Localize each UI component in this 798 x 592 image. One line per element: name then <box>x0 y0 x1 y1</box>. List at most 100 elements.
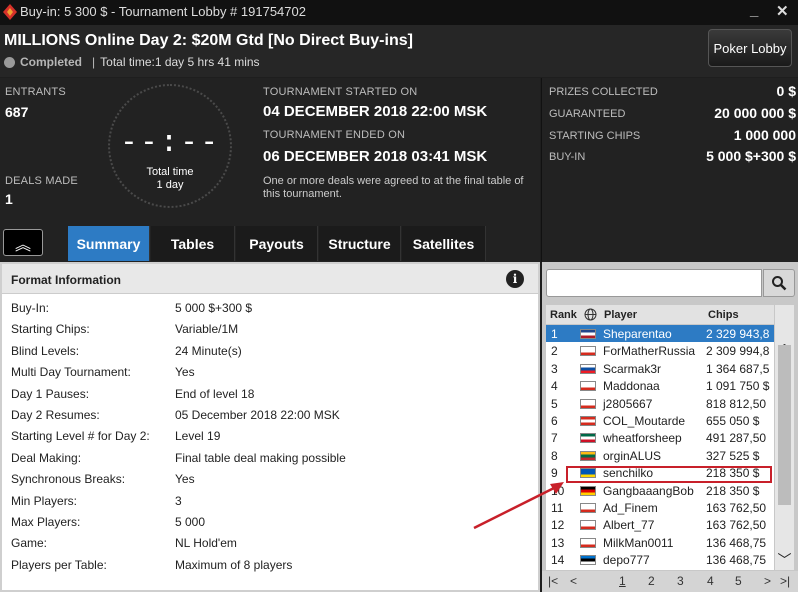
highlight-box <box>566 466 772 483</box>
table-row[interactable]: 2 ForMatherRussia 2 309 994,8 <box>546 342 774 359</box>
format-key: Game: <box>11 536 48 551</box>
prize-row: STARTING CHIPS 1 000 000 <box>549 127 796 147</box>
deals-made-value: 1 <box>5 191 13 207</box>
clock-caption-line-2: 1 day <box>156 179 184 191</box>
window-title: Buy-in: 5 300 $ - Tournament Lobby # 191… <box>20 4 306 19</box>
scroll-down-icon[interactable]: ﹀ <box>775 550 794 568</box>
annotation-arrow-icon <box>473 482 564 530</box>
page-4-link[interactable]: 4 <box>707 574 714 588</box>
prize-value: 0 $ <box>776 83 796 99</box>
deals-made-label: DEALS MADE <box>5 175 78 187</box>
page-1-link[interactable]: 1 <box>619 574 626 588</box>
tab-satellites[interactable]: Satellites <box>402 226 486 261</box>
country-flag-icon <box>580 346 596 357</box>
clock-caption-line-1: Total time <box>146 166 194 178</box>
first-page-button[interactable]: |< <box>548 574 558 588</box>
search-button[interactable] <box>763 269 795 297</box>
table-row[interactable]: 13 MilkMan0011 136 468,75 <box>546 534 774 551</box>
scroll-thumb[interactable] <box>778 345 791 505</box>
lobby-tabs: ︽ Summary Tables Payouts Structure Satel… <box>0 225 540 261</box>
info-icon[interactable]: i <box>506 270 524 288</box>
country-flag-icon <box>580 398 596 409</box>
started-label: TOURNAMENT STARTED ON <box>263 86 418 98</box>
prize-value: 20 000 000 $ <box>714 105 796 121</box>
table-row[interactable]: 11 Ad_Finem 163 762,50 <box>546 499 774 516</box>
player-chips: 163 762,50 <box>706 518 767 533</box>
search-icon <box>772 276 787 291</box>
deal-note: One or more deals were agreed to at the … <box>263 175 524 200</box>
table-row[interactable]: 8 orginALUS 327 525 $ <box>546 447 774 464</box>
next-page-button[interactable]: > <box>764 574 771 588</box>
page-2-link[interactable]: 2 <box>648 574 655 588</box>
tab-summary[interactable]: Summary <box>68 226 150 261</box>
country-flag-icon <box>580 416 596 426</box>
table-row[interactable]: 3 Scarmak3r 1 364 687,5 <box>546 360 774 377</box>
player-chips: 818 812,50 <box>706 396 767 411</box>
status-separator: | <box>92 55 96 69</box>
country-flag-icon <box>580 363 596 374</box>
players-scrollbar[interactable]: ︿ ﹀ <box>775 305 794 570</box>
player-chips: 2 329 943,8 <box>706 327 770 341</box>
table-row[interactable]: 4 Maddonaa 1 091 750 $ <box>546 377 774 394</box>
prize-label: PRIZES COLLECTED <box>549 86 658 98</box>
format-key: Blind Levels: <box>11 343 80 358</box>
ended-label: TOURNAMENT ENDED ON <box>263 129 406 141</box>
format-information-panel: Format Information i Buy-In: 5 000 $+300 … <box>0 262 540 592</box>
player-chips: 655 050 $ <box>706 414 760 428</box>
format-key: Deal Making: <box>11 450 82 465</box>
started-value: 04 DECEMBER 2018 22:00 MSK <box>263 103 488 120</box>
table-row[interactable]: 6 COL_Moutarde 655 050 $ <box>546 412 774 429</box>
player-name: orginALUS <box>603 448 662 463</box>
status-dot-icon <box>4 56 15 68</box>
format-key: Day 1 Pauses: <box>11 386 90 401</box>
player-name: COL_Moutarde <box>603 414 686 428</box>
player-name: wheatforsheep <box>603 431 682 446</box>
table-row[interactable]: 14 depo777 136 468,75 <box>546 551 774 568</box>
total-time-clock: --:-- Total time 1 day <box>108 84 232 208</box>
tab-tables[interactable]: Tables <box>151 226 235 261</box>
page-3-link[interactable]: 3 <box>677 574 684 588</box>
poker-lobby-button[interactable]: Poker Lobby <box>708 29 792 67</box>
player-rank: 7 <box>551 431 558 446</box>
column-chips[interactable]: Chips <box>708 309 739 321</box>
tab-payouts[interactable]: Payouts <box>236 226 318 261</box>
last-page-button[interactable]: >| <box>780 574 790 588</box>
tab-structure[interactable]: Structure <box>319 226 401 261</box>
tournament-name: MILLIONS Online Day 2: $20M Gtd [No Dire… <box>4 32 413 49</box>
entrants-label: ENTRANTS <box>5 86 66 98</box>
format-key: Synchronous Breaks: <box>11 472 126 487</box>
column-rank[interactable]: Rank <box>550 309 577 321</box>
double-chevron-up-icon[interactable]: ︽ <box>3 229 43 256</box>
ended-value: 06 DECEMBER 2018 03:41 MSK <box>263 148 488 165</box>
player-name: Albert_77 <box>603 518 655 533</box>
table-row[interactable]: 12 Albert_77 163 762,50 <box>546 516 774 533</box>
format-key: Max Players: <box>11 515 81 529</box>
table-row[interactable]: 10GangbaaangBob218 350 $ <box>546 482 774 499</box>
player-name: Scarmak3r <box>603 361 662 376</box>
player-chips: 136 468,75 <box>706 535 767 550</box>
country-flag-icon <box>580 381 596 392</box>
player-name: Sheparentao <box>603 327 672 341</box>
column-player[interactable]: Player <box>604 309 637 321</box>
country-flag-icon <box>580 485 596 496</box>
format-value: 24 Minute(s) <box>175 343 242 358</box>
prize-value: 5 000 $+300 $ <box>706 148 796 164</box>
globe-icon[interactable] <box>584 308 597 321</box>
format-value: Variable/1M <box>175 322 239 337</box>
table-row[interactable]: 5 j2805667 818 812,50 <box>546 395 774 412</box>
pokerstars-logo-icon <box>3 4 17 20</box>
minimize-button[interactable]: _ <box>750 2 758 19</box>
player-search-input[interactable] <box>546 269 762 297</box>
format-key: Multi Day Tournament: <box>11 365 131 380</box>
close-button[interactable]: ✕ <box>776 2 789 20</box>
format-value: Yes <box>175 365 195 380</box>
format-key: Min Players: <box>11 493 78 508</box>
country-flag-icon <box>580 503 596 513</box>
table-row[interactable]: 7 wheatforsheep 491 287,50 <box>546 429 774 446</box>
players-panel: Rank Player Chips 1 Sheparentao 2 329 943,… <box>542 262 798 592</box>
player-rank: 3 <box>551 361 558 376</box>
prev-page-button[interactable]: < <box>570 574 577 588</box>
table-row[interactable]: 1 Sheparentao 2 329 943,8 <box>546 325 774 342</box>
page-5-link[interactable]: 5 <box>735 574 742 588</box>
entrants-value: 687 <box>5 104 29 120</box>
